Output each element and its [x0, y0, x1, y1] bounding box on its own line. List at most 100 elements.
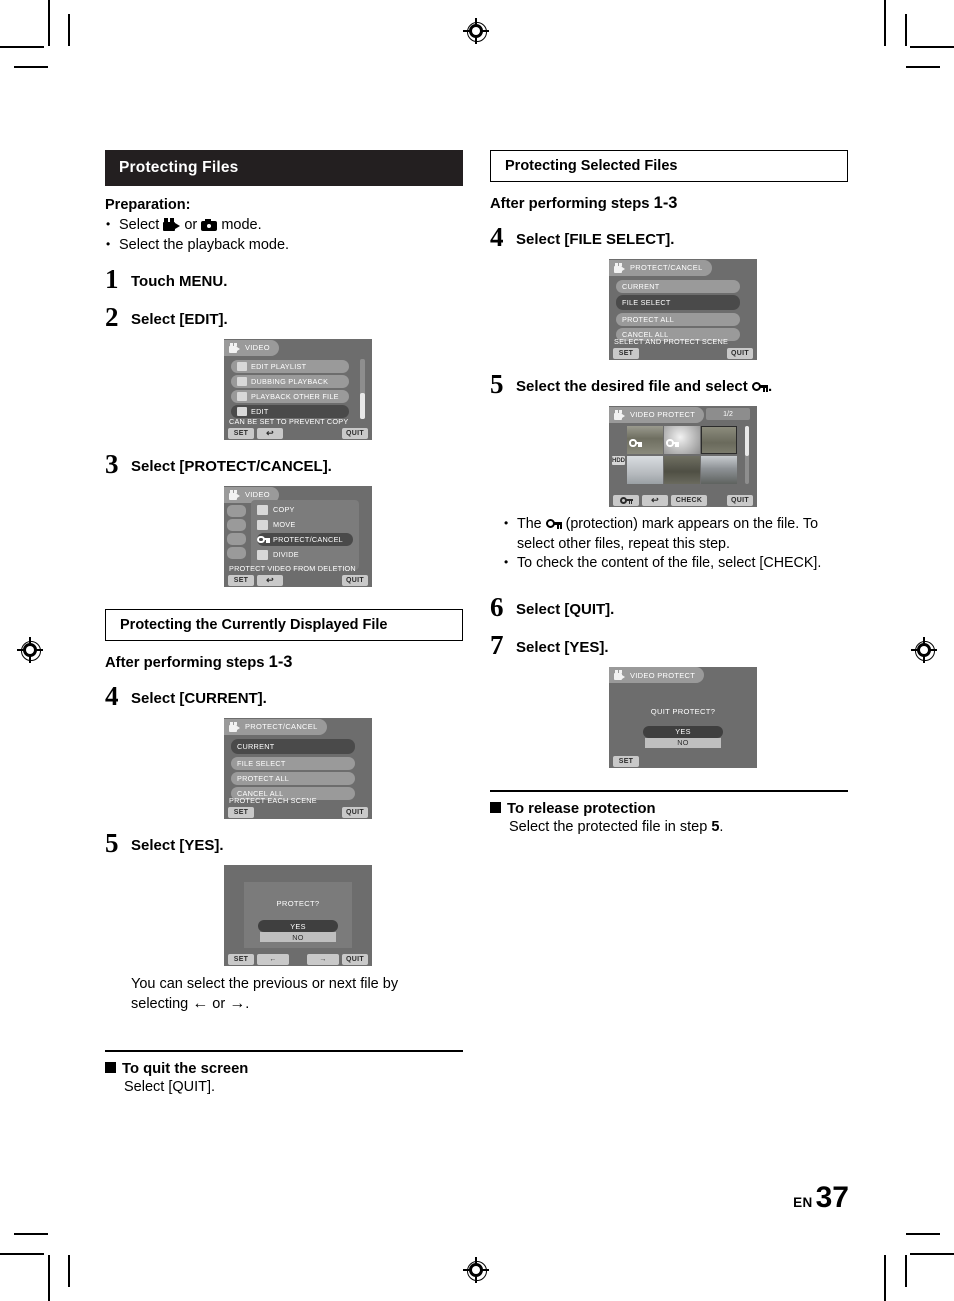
lcd-next-button[interactable]: →: [307, 954, 339, 965]
thumbnail-cell-selected[interactable]: [701, 426, 737, 455]
square-bullet-icon: [105, 1062, 116, 1073]
step-7-text: Select [YES].: [516, 638, 609, 656]
step-7-right: 7 Select [YES].: [490, 629, 848, 660]
video-camera-icon: [614, 670, 625, 680]
to-quit-the-screen-body: Select [QUIT].: [124, 1079, 216, 1095]
thumbnail-cell[interactable]: [627, 426, 663, 455]
lcd-set-button[interactable]: SET: [613, 348, 639, 359]
right-arrow-icon: →: [229, 995, 246, 1012]
step-2-number: 2: [105, 302, 119, 332]
after-performing-steps-left: After performing steps 1-3: [105, 653, 293, 671]
lcd-quit-button[interactable]: QUIT: [342, 575, 368, 586]
step-range: 1-3: [268, 653, 293, 671]
back-arrow-icon[interactable]: ↩: [257, 428, 283, 439]
lcd-menu-item-edit-playlist[interactable]: EDIT PLAYLIST: [231, 360, 349, 373]
lcd-menu-item-protect-cancel[interactable]: PROTECT/CANCEL: [257, 533, 353, 546]
dubbing-icon: [237, 377, 247, 386]
lcd-tab: VIDEO PROTECT: [609, 406, 705, 423]
lcd-menu-item-current[interactable]: CURRENT: [616, 280, 740, 293]
lcd-hint-text: PROTECT EACH SCENE: [229, 796, 317, 805]
step-range: 1-3: [653, 194, 678, 212]
lcd-quit-button[interactable]: QUIT: [342, 428, 368, 439]
lcd-button-bar: SET ← → QUIT: [224, 953, 372, 966]
previous-next-note: You can select the previous or next file…: [131, 976, 399, 1012]
thumbnail-cell[interactable]: [627, 455, 663, 484]
left-arrow-icon: ←: [192, 995, 209, 1012]
lcd-scrollbar[interactable]: [745, 426, 749, 484]
thumbnail-cell[interactable]: [664, 426, 700, 455]
right-column: Protecting Selected Files After performi…: [490, 150, 848, 837]
step-2: 2 Select [EDIT].: [105, 302, 463, 332]
lcd-menu-item-dubbing-playback[interactable]: DUBBING PLAYBACK: [231, 375, 349, 388]
lcd-set-button[interactable]: SET: [228, 954, 254, 965]
lcd-protect-cancel-popup-wrap: VIDEO COPY MOVE PROTECT/CANCEL DIVIDE PR…: [105, 478, 463, 587]
preparation-item-mode: Select or mode.: [105, 214, 463, 235]
step-5-text: Select [YES].: [131, 837, 224, 854]
lcd-tab: PROTECT/CANCEL: [609, 259, 712, 276]
lcd-quit-protect-wrap: VIDEO PROTECT QUIT PROTECT? YES NO SET: [490, 659, 848, 768]
lcd-menu-item-file-select[interactable]: FILE SELECT: [616, 295, 740, 310]
divide-icon: [257, 549, 268, 560]
page-number-value: 37: [815, 1181, 849, 1214]
lcd-menu-item-copy[interactable]: COPY: [257, 503, 353, 516]
protect-key-icon: [629, 434, 642, 452]
step-1-number: 1: [105, 264, 119, 294]
lcd-protect-confirm-wrap: PROTECT? YES NO SET ← → QUIT: [105, 857, 463, 966]
lcd-popup-panel: COPY MOVE PROTECT/CANCEL DIVIDE: [251, 500, 359, 570]
to-release-protection-body: Select the protected file in step 5.: [509, 818, 724, 835]
lcd-quit-button[interactable]: QUIT: [342, 807, 368, 818]
lcd-tab-label: VIDEO PROTECT: [630, 670, 696, 680]
lcd-video-protect-grid-wrap: VIDEO PROTECT 1/2 HDD ↩ CHECK QUIT: [490, 398, 848, 507]
lcd-quit-button[interactable]: QUIT: [727, 348, 753, 359]
lcd-no-button[interactable]: NO: [645, 737, 721, 748]
protect-key-icon[interactable]: [613, 495, 639, 506]
protect-key-icon: [751, 382, 769, 392]
lcd-tab: VIDEO PROTECT: [609, 667, 705, 683]
lcd-quit-button[interactable]: QUIT: [342, 954, 368, 965]
note-check-content: To check the content of the file, select…: [504, 553, 848, 574]
lcd-menu-item-file-select[interactable]: FILE SELECT: [231, 757, 355, 770]
divider-rule-right: [490, 789, 848, 792]
lcd-set-button[interactable]: SET: [613, 755, 639, 767]
lcd-no-button[interactable]: NO: [260, 932, 336, 942]
back-arrow-icon[interactable]: ↩: [642, 495, 668, 506]
lcd-button-bar: SET QUIT: [609, 347, 757, 360]
lcd-yes-button[interactable]: YES: [258, 920, 338, 932]
lcd-titlebar: VIDEO PROTECT: [609, 667, 705, 684]
lcd-scrollbar[interactable]: [360, 359, 365, 419]
lcd-media-badge: HDD: [612, 456, 625, 465]
still-mode-icon: [201, 219, 218, 231]
lcd-check-button[interactable]: CHECK: [671, 495, 707, 506]
step-4-text: Select [FILE SELECT].: [516, 231, 675, 248]
thumbnail-cell[interactable]: [701, 455, 737, 484]
lcd-yes-button[interactable]: YES: [643, 725, 723, 738]
section-band-protecting-files: Protecting Files: [105, 150, 463, 186]
step-5-right: 5 Select the desired file and select .: [490, 371, 848, 398]
lcd-set-button[interactable]: SET: [228, 807, 254, 818]
lcd-set-button[interactable]: SET: [228, 575, 254, 586]
left-column: Protecting Files Preparation: Select or …: [105, 150, 463, 1097]
lcd-menu-item-playback-other-file[interactable]: PLAYBACK OTHER FILE: [231, 390, 349, 403]
step-7-number: 7: [490, 629, 504, 660]
lcd-set-button[interactable]: SET: [228, 428, 254, 439]
lcd-menu-item-current[interactable]: CURRENT: [231, 739, 355, 754]
lcd-menu-item-divide[interactable]: DIVIDE: [257, 548, 353, 561]
lcd-screen-protect-cancel-current: PROTECT/CANCEL CURRENT FILE SELECT PROTE…: [224, 718, 372, 819]
back-arrow-icon[interactable]: ↩: [257, 575, 283, 586]
thumbnail-cell[interactable]: [664, 455, 700, 484]
lcd-tab-label: PROTECT/CANCEL: [630, 263, 703, 272]
step-6-number: 6: [490, 591, 504, 622]
step-1: 1 Touch MENU.: [105, 264, 463, 294]
lcd-menu-item-move[interactable]: MOVE: [257, 518, 353, 531]
step-5-text: Select the desired file and select .: [516, 378, 773, 395]
lcd-menu-item-protect-all[interactable]: PROTECT ALL: [616, 313, 740, 326]
to-release-protection-heading: To release protection: [490, 801, 848, 817]
lcd-titlebar: VIDEO PROTECT: [609, 406, 705, 423]
step-2-text: Select [EDIT].: [131, 311, 228, 328]
step-4-right: 4 Select [FILE SELECT].: [490, 224, 848, 251]
lcd-quit-button[interactable]: QUIT: [727, 495, 753, 506]
step-3-text: Select [PROTECT/CANCEL].: [131, 458, 332, 475]
manual-page: Protecting Files Preparation: Select or …: [0, 0, 954, 1301]
lcd-menu-item-protect-all[interactable]: PROTECT ALL: [231, 772, 355, 785]
lcd-prev-button[interactable]: ←: [257, 954, 289, 965]
